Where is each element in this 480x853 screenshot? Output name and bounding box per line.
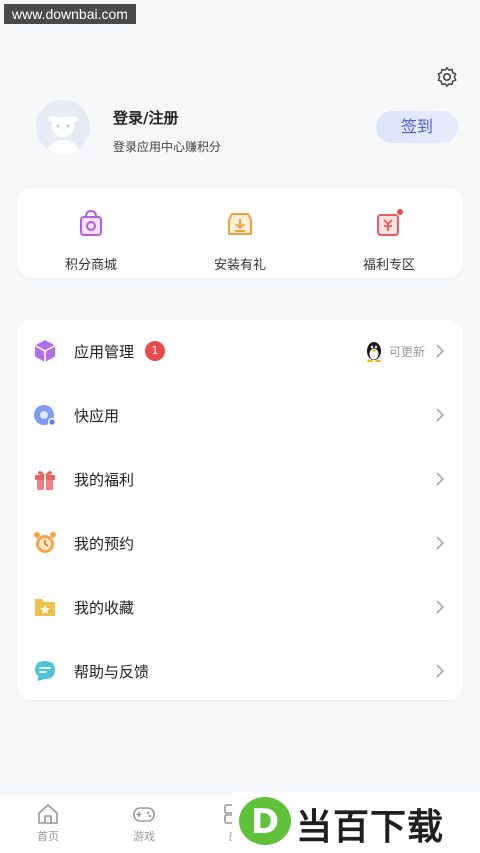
menu-item-my-welfare[interactable]: 我的福利 [17,448,463,512]
login-register-link[interactable]: 登录/注册 [113,107,178,128]
chevron-right-icon [436,344,445,358]
menu-item-help-feedback[interactable]: 帮助与反馈 [17,640,463,704]
quick-link-label: 福利专区 [362,258,415,273]
gift-icon [35,471,55,490]
watermark-url: www.downbai.com [4,4,136,24]
tab-home[interactable]: 首页 [18,802,78,844]
menu-item-app-management[interactable]: 应用管理 1 可更新 [17,320,463,384]
menu-item-my-reservations[interactable]: 我的预约 [17,512,463,576]
menu-item-my-favorites[interactable]: 我的收藏 [17,576,463,640]
menu-item-quick-app[interactable]: 快应用 [17,384,463,448]
brand-logo-icon: D [239,797,291,845]
menu-item-label: 帮助与反馈 [74,663,150,681]
download-box-icon [228,213,252,235]
avatar-placeholder-icon [36,100,90,154]
chevron-right-icon [436,536,445,550]
menu-item-label: 快应用 [74,407,120,425]
menu-card: 应用管理 1 可更新 快应用 我的福利 我的预约 我的收藏 帮助与反馈 [17,320,463,700]
menu-item-label: 我的预约 [74,535,135,553]
tab-label: 游戏 [133,830,155,843]
brand-text: 当百下载 [296,807,445,848]
alarm-clock-icon [34,532,56,553]
brand-watermark: D 当百下载 [232,792,480,853]
tab-label: 首页 [37,830,59,843]
chevron-right-icon [436,600,445,614]
tab-games[interactable]: 游戏 [114,802,174,844]
updatable-text: 可更新 [389,345,426,359]
qq-penguin-icon [367,342,381,362]
chevron-right-icon [436,408,445,422]
chevron-right-icon [436,664,445,678]
home-icon [38,804,58,824]
menu-item-label: 我的福利 [74,471,135,489]
quick-link-points-mall[interactable]: 积分商城 [17,188,165,278]
quick-links-card: 积分商城 安装有礼 福利专区 [17,188,463,278]
profile-section: 登录/注册 登录应用中心赚积分 签到 [36,100,458,160]
quick-link-label: 安装有礼 [213,258,266,273]
update-count-badge: 1 [145,341,165,361]
gift-yen-icon [377,209,403,236]
quick-link-welfare-zone[interactable]: 福利专区 [315,188,463,278]
profile-subtitle: 登录应用中心赚积分 [113,140,222,154]
chat-bubble-icon [35,661,55,681]
cube-icon [34,340,56,362]
star-folder-icon [35,599,55,616]
gear-icon[interactable] [436,66,458,88]
brand-letter: D [251,802,279,842]
quick-link-install-gift[interactable]: 安装有礼 [166,188,314,278]
menu-item-label: 我的收藏 [74,599,135,617]
quick-app-icon [34,405,56,426]
menu-item-label: 应用管理 [74,343,135,361]
avatar[interactable] [36,100,90,154]
gamepad-icon [133,807,155,822]
quick-link-label: 积分商城 [64,258,117,273]
signin-button[interactable]: 签到 [376,111,458,143]
chevron-right-icon [436,472,445,486]
shopping-bag-icon [80,209,102,236]
